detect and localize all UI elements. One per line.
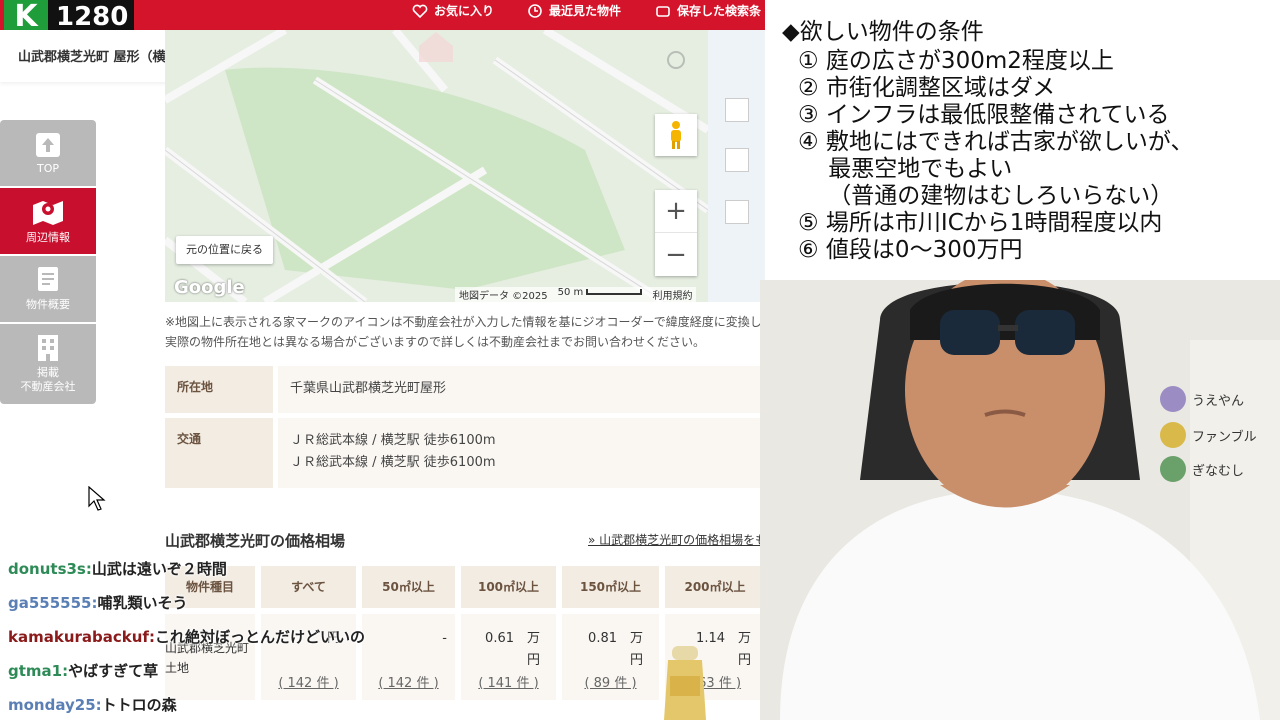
building-icon <box>38 335 58 361</box>
chat-user: ga555555: <box>8 594 98 612</box>
chat-message: donuts3s:山武は遠いぞ２時間 <box>8 560 227 578</box>
table-cell: 0.61 万円 ( 141 件 ) <box>461 614 556 700</box>
map-checkbox[interactable] <box>725 148 749 172</box>
transit-label: 交通 <box>165 418 273 488</box>
table-header: 200㎡以上 <box>665 566 765 608</box>
favorites-label: お気に入り <box>434 4 495 18</box>
price-more-link[interactable]: » 山武郡横芝光町の価格相場をもっ <box>588 531 779 548</box>
clock-icon <box>528 4 542 18</box>
recent-link[interactable]: 最近見た物件 <box>527 0 621 22</box>
chat-user: kamakurabackuf: <box>8 628 155 646</box>
map-scale: 50 m <box>558 287 643 302</box>
avatar <box>1160 386 1186 412</box>
folder-icon <box>656 6 670 17</box>
chat-message: kamakurabackuf:これ絶対ぼっとんだけどいいの <box>8 628 365 646</box>
map-attribution: 地図データ ©2025 50 m 利用規約 <box>455 287 697 302</box>
map-pin-icon <box>33 201 63 225</box>
stream-logo: K <box>4 0 48 34</box>
map-checkbox[interactable] <box>725 200 749 224</box>
house-marker-icon[interactable] <box>415 30 457 62</box>
reset-position-button[interactable]: 元の位置に戻る <box>176 236 273 264</box>
sidebar-item-label: 周辺情報 <box>26 231 70 244</box>
zoom-controls: + − <box>655 190 697 276</box>
chat-message: ga555555:哺乳類いそう <box>8 594 188 612</box>
map-checkbox[interactable] <box>725 98 749 122</box>
mouse-cursor-icon <box>88 485 106 516</box>
avatar <box>1160 422 1186 448</box>
count-link[interactable]: ( 142 件 ) <box>362 672 455 691</box>
sidebar-item-label: TOP <box>36 161 59 175</box>
saved-search-label: 保存した検索条 <box>677 4 762 18</box>
participant: ファンブル <box>1160 422 1257 448</box>
table-header: 50㎡以上 <box>362 566 455 608</box>
address-label: 所在地 <box>165 366 273 413</box>
chat-message: gtma1:やばすぎて草 <box>8 662 159 680</box>
chat-user: monday25: <box>8 696 102 714</box>
fullscreen-icon[interactable] <box>657 44 695 76</box>
document-icon <box>38 267 58 291</box>
chat-message: monday25:トトロの森 <box>8 696 177 714</box>
heart-icon <box>412 4 428 19</box>
viewer-count: 1280 <box>48 0 134 34</box>
zoom-in-button[interactable]: + <box>655 190 697 233</box>
chat-user: gtma1: <box>8 662 69 680</box>
terms-link[interactable]: 利用規約 <box>652 287 692 302</box>
avatar <box>1160 456 1186 482</box>
sidebar-item-top[interactable]: TOP <box>0 120 96 186</box>
sidebar-item-agency[interactable]: 掲載 不動産会社 <box>0 324 96 404</box>
condition-item: ⑥ 値段は0～300万円 <box>798 237 1023 263</box>
count-link[interactable]: ( 142 件 ) <box>261 672 356 691</box>
participant: うえやん <box>1160 386 1244 412</box>
sidebar-item-label: 掲載 不動産会社 <box>20 366 76 393</box>
table-header: 100㎡以上 <box>461 566 556 608</box>
webcam-feed <box>760 280 1280 720</box>
saved-search-link[interactable]: 保存した検索条 <box>655 0 761 22</box>
chat-user: donuts3s: <box>8 560 92 578</box>
zoom-out-button[interactable]: − <box>655 233 697 276</box>
sidebar-item-label: 物件概要 <box>26 298 70 311</box>
sidebar-item-overview[interactable]: 物件概要 <box>0 256 96 322</box>
count-link[interactable]: ( 141 件 ) <box>461 672 556 691</box>
sidebar-item-surroundings[interactable]: 周辺情報 <box>0 188 96 254</box>
table-cell: 0.81 万円 ( 89 件 ) <box>562 614 659 700</box>
google-logo: Google <box>174 277 245 298</box>
street-view-pegman-icon[interactable] <box>655 114 697 156</box>
map-data-text: 地図データ ©2025 <box>459 291 548 302</box>
count-link[interactable]: ( 89 件 ) <box>562 672 659 691</box>
favorites-link[interactable]: お気に入り <box>412 0 494 22</box>
participant: ぎなむし <box>1160 456 1244 482</box>
table-cell: - ( 142 件 ) <box>362 614 455 700</box>
table-header: 150㎡以上 <box>562 566 659 608</box>
table-header: すべて <box>261 566 356 608</box>
arrow-up-icon <box>36 132 60 157</box>
price-section-title: 山武郡横芝光町の価格相場 <box>165 532 346 550</box>
bottle <box>662 646 710 720</box>
recent-label: 最近見た物件 <box>549 4 622 18</box>
